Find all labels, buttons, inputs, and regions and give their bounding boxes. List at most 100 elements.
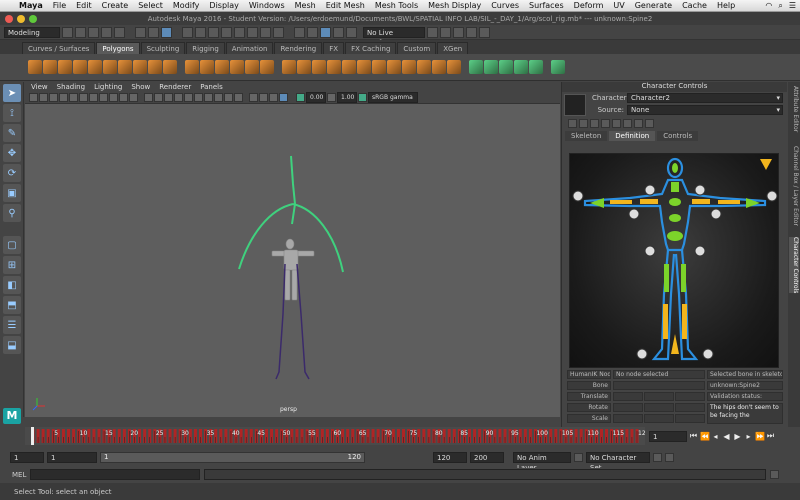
menu-create[interactable]: Create — [97, 1, 134, 10]
open-scene-icon[interactable] — [75, 26, 86, 38]
isolate-select-icon[interactable] — [249, 93, 258, 102]
bevel-icon[interactable] — [402, 60, 416, 74]
grid-toggle-icon[interactable] — [69, 93, 78, 102]
wifi-icon[interactable]: ◠ — [765, 1, 772, 11]
character-dropdown[interactable]: Character2 ▾ — [627, 93, 783, 103]
shelf-tab-fx-caching[interactable]: FX Caching — [345, 42, 397, 54]
snap-plane-icon[interactable] — [333, 26, 344, 38]
save-scene-icon[interactable] — [88, 26, 99, 38]
translate-z[interactable] — [675, 392, 705, 401]
hik-tab-definition[interactable]: Definition — [609, 131, 656, 141]
snap-surface-icon[interactable] — [346, 26, 357, 38]
hik-tab-skeleton[interactable]: Skeleton — [565, 131, 608, 141]
snap-curve-icon[interactable] — [307, 26, 318, 38]
xray-joints-icon[interactable] — [269, 93, 278, 102]
range-bar[interactable]: 1 120 — [100, 451, 365, 463]
history-icon[interactable] — [427, 26, 438, 38]
spherical-uv-icon[interactable] — [499, 60, 513, 74]
perspective-viewport[interactable]: persp — [25, 104, 560, 417]
step-forward-key-icon[interactable]: ⏩ — [755, 432, 765, 441]
menu-help[interactable]: Help — [712, 1, 740, 10]
poly-sphere-2-icon[interactable] — [163, 60, 177, 74]
menu-mesh-display[interactable]: Mesh Display — [423, 1, 486, 10]
graph-layout-icon[interactable]: ⬓ — [3, 336, 21, 354]
fill-hole-icon[interactable] — [327, 60, 341, 74]
merge-icon[interactable] — [342, 60, 356, 74]
menu-windows[interactable]: Windows — [244, 1, 290, 10]
combine-icon[interactable] — [185, 60, 199, 74]
smooth-icon[interactable] — [245, 60, 259, 74]
viewport-menu-renderer[interactable]: Renderer — [159, 83, 191, 91]
menu-edit-mesh[interactable]: Edit Mesh — [321, 1, 370, 10]
anim-layer-icon[interactable] — [574, 452, 583, 462]
platonic-solid-icon[interactable] — [133, 60, 147, 74]
preferences-icon[interactable] — [665, 452, 674, 462]
list-icon[interactable]: ☰ — [789, 1, 796, 11]
close-window-button[interactable] — [5, 14, 13, 23]
append-icon[interactable] — [312, 60, 326, 74]
camera-attr-icon[interactable] — [39, 93, 48, 102]
ambient-occlusion-icon[interactable] — [204, 93, 213, 102]
camera-select-icon[interactable] — [29, 93, 38, 102]
mask-icon-2[interactable] — [195, 26, 206, 38]
go-to-end-icon[interactable]: ⏭ — [766, 431, 775, 441]
mask-icon-8[interactable] — [273, 26, 284, 38]
snap-point-icon[interactable] — [320, 26, 331, 38]
scale-y[interactable] — [644, 414, 674, 423]
xray-icon[interactable] — [259, 93, 268, 102]
viewport-menu-view[interactable]: View — [31, 83, 48, 91]
viewport-menu-shading[interactable]: Shading — [57, 83, 85, 91]
select-tool-icon[interactable]: ➤ — [3, 84, 21, 102]
play-backward-icon[interactable]: ◀ — [722, 432, 731, 441]
color-management-icon[interactable] — [358, 93, 367, 102]
select-hierarchy-icon[interactable] — [135, 26, 146, 38]
current-frame-field[interactable]: 1 — [649, 430, 687, 442]
hik-tool-icon-8[interactable] — [645, 119, 654, 128]
menu-edit[interactable]: Edit — [71, 1, 97, 10]
select-object-icon[interactable] — [148, 26, 159, 38]
last-tool-icon[interactable]: ⚲ — [3, 204, 21, 222]
step-forward-frame-icon[interactable]: ▸ — [744, 432, 753, 441]
move-tool-icon[interactable]: ✥ — [3, 144, 21, 162]
gate-mask-icon[interactable] — [99, 93, 108, 102]
menu-file[interactable]: File — [48, 1, 71, 10]
poly-cylinder-icon[interactable] — [58, 60, 72, 74]
menu-set-dropdown[interactable]: Modeling — [4, 26, 60, 38]
cylindrical-uv-icon[interactable] — [484, 60, 498, 74]
command-input[interactable] — [30, 469, 201, 480]
extrude-icon[interactable] — [282, 60, 296, 74]
shelf-tab-fx[interactable]: FX — [323, 42, 345, 54]
shadows-icon[interactable] — [194, 93, 203, 102]
render-icon[interactable] — [440, 26, 451, 38]
current-time-indicator[interactable] — [31, 427, 34, 445]
scale-x[interactable] — [613, 414, 643, 423]
select-component-icon[interactable] — [161, 26, 172, 38]
poly-cone-icon[interactable] — [73, 60, 87, 74]
planar-uv-icon[interactable] — [469, 60, 483, 74]
use-lights-icon[interactable] — [184, 93, 193, 102]
step-back-frame-icon[interactable]: ◂ — [711, 432, 720, 441]
view-transform-dropdown[interactable]: sRGB gamma — [368, 92, 418, 103]
shelf-tab-sculpting[interactable]: Sculpting — [140, 42, 186, 54]
four-view-layout-icon[interactable]: ⊞ — [3, 256, 21, 274]
hik-logo-icon[interactable] — [564, 94, 586, 116]
shelf-tab-curves-surfaces[interactable]: Curves / Surfaces — [22, 42, 96, 54]
viewport-menu-lighting[interactable]: Lighting — [94, 83, 122, 91]
character-mesh[interactable] — [271, 238, 315, 301]
persp-outliner-layout-icon[interactable]: ◧ — [3, 276, 21, 294]
collapse-icon[interactable] — [417, 60, 431, 74]
ipr-render-icon[interactable] — [453, 26, 464, 38]
hik-character-map[interactable] — [569, 153, 779, 368]
menu-cache[interactable]: Cache — [677, 1, 712, 10]
average-vertices-icon[interactable] — [260, 60, 274, 74]
mask-icon-3[interactable] — [208, 26, 219, 38]
time-slider[interactable]: 5 10 15 20 25 30 35 40 45 50 55 60 65 70 75 80 85 90 95 100… — [25, 427, 645, 445]
menu-surfaces[interactable]: Surfaces — [524, 1, 569, 10]
undo-icon[interactable] — [101, 26, 112, 38]
safe-title-icon[interactable] — [129, 93, 138, 102]
uv-snapshot-icon[interactable] — [551, 60, 565, 74]
hik-tool-icon-1[interactable] — [568, 119, 577, 128]
search-icon[interactable]: ⌕ — [778, 1, 782, 11]
snap-grid-icon[interactable] — [294, 26, 305, 38]
channel-box-tab[interactable]: Channel Box / Layer Editor — [789, 146, 799, 226]
